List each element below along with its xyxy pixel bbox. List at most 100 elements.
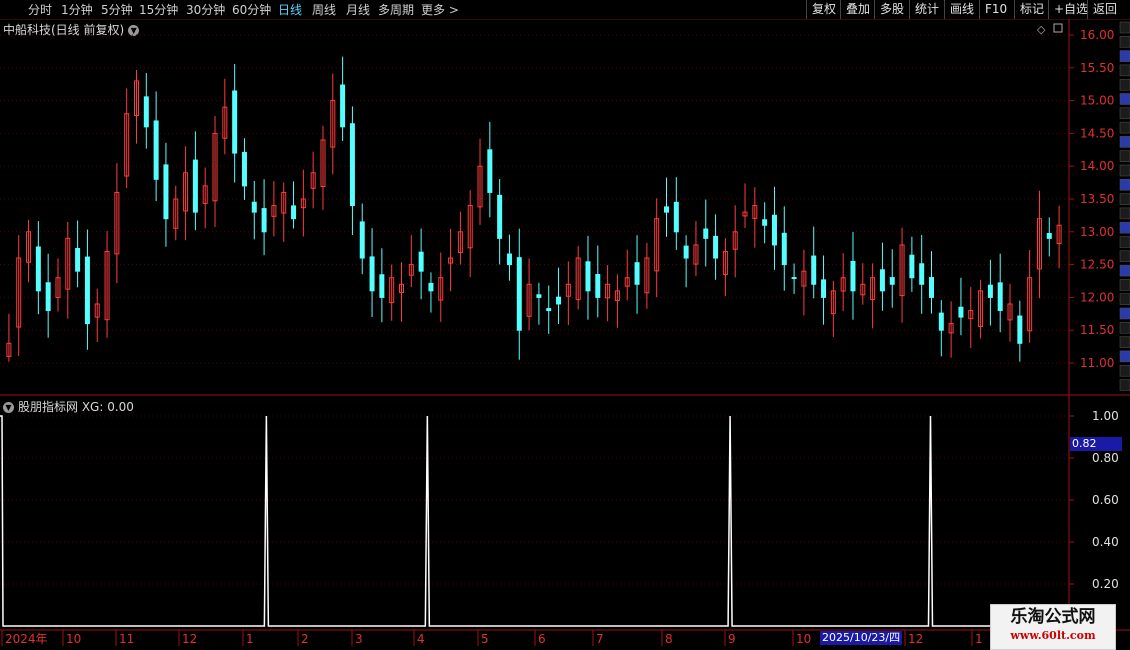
candle-body (791, 277, 797, 280)
side-strip-cell (1119, 279, 1130, 291)
candle-body (222, 106, 228, 139)
candle-body (94, 303, 100, 318)
chevron-down-icon[interactable]: ▼ (128, 25, 140, 36)
candle-body (457, 231, 463, 254)
candle-body (497, 194, 503, 239)
toolbar-action-2[interactable]: 多股 (874, 0, 909, 19)
y-tick-label: 15.50 (1080, 61, 1114, 75)
candle-body (742, 211, 748, 217)
candle-body (251, 201, 257, 213)
watermark-logo: 乐淘公式网 www.60lt.com (990, 604, 1116, 650)
period-tab-1[interactable]: 1分钟 (61, 2, 93, 18)
x-tick-label: 2 (301, 632, 309, 646)
side-strip-cell (1119, 150, 1130, 162)
period-tab-0[interactable]: 分时 (28, 2, 52, 18)
candle-body (291, 205, 297, 220)
candle-body (6, 342, 12, 357)
x-tick-label: 11 (119, 632, 134, 646)
y-tick-label: 12.00 (1080, 290, 1114, 304)
x-tick-label: 7 (596, 632, 604, 646)
candle-body (389, 277, 395, 304)
side-strip-cell (1119, 322, 1130, 334)
candle-body (1007, 303, 1013, 321)
candle-body (605, 283, 611, 299)
candle-body (938, 312, 944, 331)
candle-body (1056, 224, 1062, 244)
indicator-y-tick-label: 1.00 (1092, 409, 1119, 423)
chart-area[interactable]: 16.00 15.50 15.00 14.50 14.00 13.50 13.00 12.50… (0, 0, 1130, 650)
indicator-y-tick-label: 0.40 (1092, 535, 1119, 549)
indicator-title[interactable]: ▼ 股朋指标网 XG: 0.00 (3, 398, 134, 415)
candle-body (1036, 218, 1042, 270)
period-tab-7[interactable]: 周线 (312, 2, 336, 18)
candle-body (261, 208, 267, 233)
period-tab-9[interactable]: 多周期 (378, 2, 414, 18)
diamond-icon: ◇ (1037, 23, 1046, 36)
chevron-down-icon[interactable]: ▼ (3, 402, 14, 413)
side-strip-cell (1119, 264, 1130, 277)
side-strip-cell (1119, 336, 1130, 348)
candle-body (1017, 315, 1023, 344)
side-strip-cell (1119, 379, 1130, 391)
side-strip-cell (1119, 136, 1130, 148)
toolbar-action-6[interactable]: 标记 (1014, 0, 1049, 19)
candle-body (762, 219, 768, 226)
toolbar-action-8[interactable]: 返回 (1087, 0, 1122, 19)
period-tab-8[interactable]: 月线 (346, 2, 370, 18)
toolbar-action-1[interactable]: 叠加 (840, 0, 875, 19)
candle-body (65, 237, 71, 290)
candle-body (850, 260, 856, 292)
side-strip-cell (1119, 21, 1130, 34)
candle-body (506, 253, 512, 266)
toolbar-action-4[interactable]: 画线 (944, 0, 979, 19)
candle-body (153, 120, 159, 180)
candle-body (1046, 233, 1052, 239)
candle-body (84, 256, 90, 325)
period-tab-2[interactable]: 5分钟 (101, 2, 133, 18)
candle-body (536, 294, 542, 298)
candle-body (35, 246, 41, 292)
candle-body (340, 84, 346, 128)
side-strip-cell (1119, 107, 1130, 120)
period-toolbar: 分时 1分钟 5分钟 15分钟 30分钟 60分钟 日线 周线 月线 多周期 更多 > 复权 叠加 多股统… (0, 0, 1130, 20)
toolbar-action-3[interactable]: 统计 (909, 0, 944, 19)
candle-body (673, 201, 679, 233)
toolbar-action-5[interactable]: F10 (979, 0, 1012, 19)
period-tab-4[interactable]: 30分钟 (186, 2, 225, 18)
period-tab-10[interactable]: 更多 > (421, 2, 459, 18)
side-strip-cell (1119, 78, 1130, 91)
candle-body (173, 198, 179, 229)
candle-body (330, 100, 336, 148)
x-tick-label: 10 (796, 632, 811, 646)
period-tab-5[interactable]: 60分钟 (232, 2, 271, 18)
toolbar-action-0[interactable]: 复权 (806, 0, 841, 19)
side-strip-cell (1119, 250, 1130, 263)
x-tick-label: 9 (728, 632, 736, 646)
indicator-y-tick-label: 0.20 (1092, 577, 1119, 591)
candle-body (408, 264, 414, 276)
candle-body (801, 270, 807, 287)
candle-body (192, 159, 198, 213)
candle-body (575, 257, 581, 301)
cursor-date-label: 2025/10/23/四 (820, 631, 903, 645)
x-tick-label: 4 (417, 632, 425, 646)
side-strip-cell (1119, 221, 1130, 234)
y-tick-label: 14.50 (1080, 126, 1114, 140)
candle-body (703, 228, 709, 239)
period-tab-3[interactable]: 15分钟 (139, 2, 178, 18)
main-chart-title[interactable]: 中船科技(日线 前复权) ▼ (3, 21, 140, 38)
candle-body (26, 231, 32, 263)
x-tick-label: 6 (538, 632, 546, 646)
y-tick-label: 13.50 (1080, 192, 1114, 206)
candle-body (713, 235, 719, 259)
indicator-title-text: 股朋指标网 XG: 0.00 (18, 400, 134, 414)
candle-body (418, 251, 424, 272)
candle-body (212, 132, 218, 202)
period-tab-6[interactable]: 日线 (278, 2, 302, 18)
candle-body (448, 257, 454, 264)
candle-body (556, 296, 562, 305)
side-strip-cell (1119, 293, 1130, 305)
candle-body (310, 172, 316, 189)
candle-body (889, 277, 895, 285)
side-strip-cell (1119, 121, 1130, 134)
